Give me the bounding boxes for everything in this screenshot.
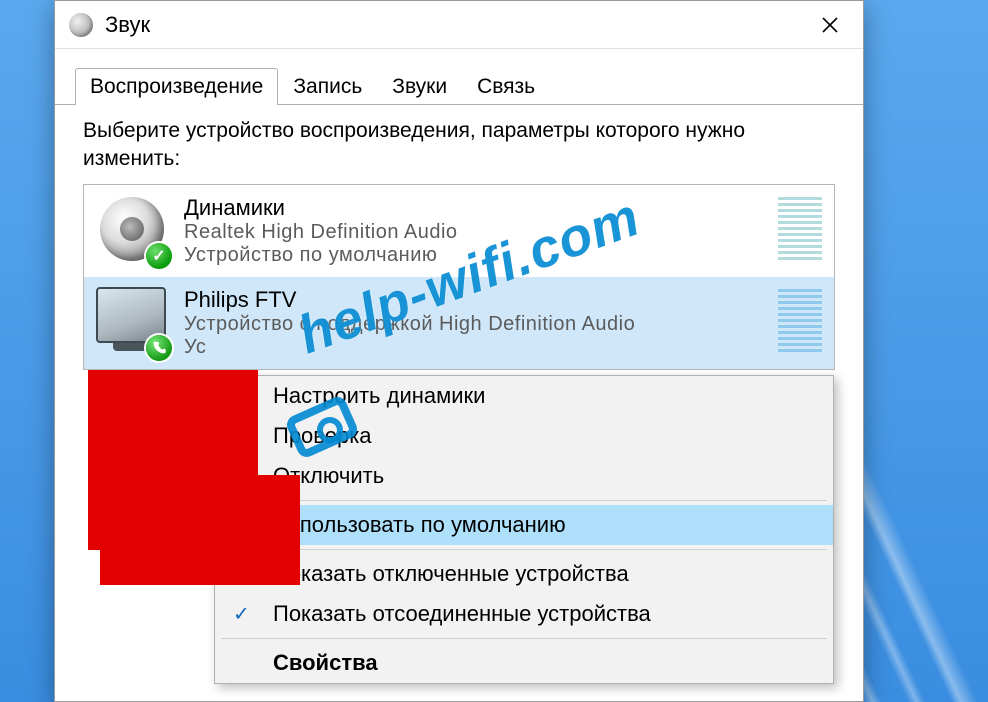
device-name: Philips FTV <box>184 287 762 313</box>
window-title: Звук <box>105 12 807 38</box>
device-row-philips[interactable]: Philips FTV Устройство с поддержкой High… <box>84 277 834 369</box>
device-text: Динамики Realtek High Definition Audio У… <box>184 193 762 267</box>
device-name: Динамики <box>184 195 762 221</box>
menu-label: Показать отключенные устройства <box>273 561 629 586</box>
device-driver: Устройство с поддержкой High Definition … <box>184 313 762 336</box>
menu-test[interactable]: Проверка <box>215 416 833 456</box>
menu-label: Проверка <box>273 423 372 448</box>
tab-label: Запись <box>293 75 362 98</box>
titlebar: Звук <box>55 1 863 49</box>
menu-properties[interactable]: Свойства <box>215 643 833 683</box>
menu-label: Отключить <box>273 463 384 488</box>
menu-label: Свойства <box>273 650 378 675</box>
menu-disable[interactable]: Отключить <box>215 456 833 496</box>
tab-strip: Воспроизведение Запись Звуки Связь <box>55 49 863 105</box>
menu-set-default[interactable]: Использовать по умолчанию <box>215 505 833 545</box>
device-text: Philips FTV Устройство с поддержкой High… <box>184 285 762 359</box>
level-meter <box>778 197 822 261</box>
instruction-text: Выберите устройство воспроизведения, пар… <box>83 117 835 174</box>
tab-label: Связь <box>477 75 535 98</box>
device-status: Ус <box>184 336 762 359</box>
menu-label: Показать отсоединенные устройства <box>273 601 651 626</box>
phone-icon <box>151 340 167 356</box>
device-status: Устройство по умолчанию <box>184 244 762 267</box>
device-icon-wrap: ✓ <box>96 193 168 265</box>
menu-show-disabled[interactable]: Показать отключенные устройства <box>215 554 833 594</box>
default-check-badge-icon: ✓ <box>146 243 172 269</box>
menu-label: Настроить динамики <box>273 383 485 408</box>
menu-separator <box>221 638 827 639</box>
menu-show-disconnected[interactable]: ✓ Показать отсоединенные устройства <box>215 594 833 634</box>
level-meter <box>778 289 822 353</box>
sound-icon <box>69 13 93 37</box>
menu-separator <box>221 549 827 550</box>
close-icon <box>821 16 839 34</box>
tab-label: Звуки <box>392 75 447 98</box>
device-driver: Realtek High Definition Audio <box>184 221 762 244</box>
tab-sounds[interactable]: Звуки <box>377 68 462 105</box>
device-icon-wrap <box>96 285 168 357</box>
menu-configure-speakers[interactable]: Настроить динамики <box>215 376 833 416</box>
close-button[interactable] <box>807 6 853 44</box>
tab-label: Воспроизведение <box>90 75 263 98</box>
tab-communications[interactable]: Связь <box>462 68 550 105</box>
device-row-speakers[interactable]: ✓ Динамики Realtek High Definition Audio… <box>84 185 834 277</box>
tab-playback[interactable]: Воспроизведение <box>75 68 278 105</box>
check-icon: ✓ <box>233 602 250 627</box>
tab-recording[interactable]: Запись <box>278 68 377 105</box>
comm-device-badge-icon <box>146 335 172 361</box>
menu-separator <box>221 500 827 501</box>
menu-label: Использовать по умолчанию <box>273 512 566 537</box>
device-list: ✓ Динамики Realtek High Definition Audio… <box>83 184 835 370</box>
context-menu: Настроить динамики Проверка Отключить Ис… <box>214 375 834 684</box>
